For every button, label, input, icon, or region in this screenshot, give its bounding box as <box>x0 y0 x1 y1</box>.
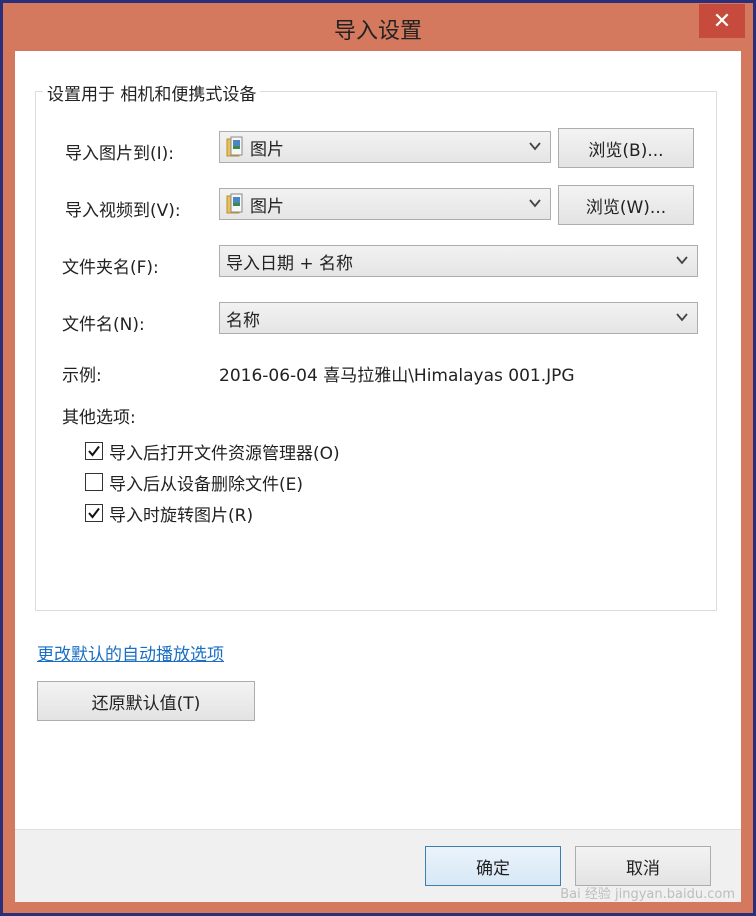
example-label: 示例: <box>62 366 102 386</box>
import-pictures-value: 图片 <box>250 139 284 160</box>
folder-name-select[interactable]: 导入日期 + 名称 <box>219 245 698 277</box>
chevron-down-icon <box>529 142 541 151</box>
other-options-label: 其他选项: <box>62 408 136 428</box>
open-explorer-label[interactable]: 导入后打开文件资源管理器(O) <box>109 439 340 464</box>
import-videos-label: 导入视频到(V): <box>65 201 181 221</box>
watermark: Bai 经验 jingyan.baidu.com <box>560 887 735 902</box>
cancel-button[interactable]: 取消 <box>575 846 711 886</box>
file-name-label: 文件名(N): <box>62 315 145 335</box>
import-videos-select[interactable]: 图片 <box>219 188 551 220</box>
rotate-pictures-checkbox[interactable] <box>85 504 103 522</box>
delete-after-import-checkbox[interactable] <box>85 473 103 491</box>
browse-pictures-button[interactable]: 浏览(B)... <box>558 128 694 168</box>
open-explorer-checkbox[interactable] <box>85 442 103 460</box>
autoplay-defaults-link[interactable]: 更改默认的自动播放选项 <box>37 640 224 665</box>
restore-defaults-button[interactable]: 还原默认值(T) <box>37 681 255 721</box>
chevron-down-icon <box>529 199 541 208</box>
folder-name-label: 文件夹名(F): <box>62 258 159 278</box>
check-icon <box>88 507 100 519</box>
folder-icon <box>226 136 244 158</box>
ok-button[interactable]: 确定 <box>425 846 561 886</box>
chevron-down-icon <box>676 313 688 322</box>
group-legend: 设置用于 相机和便携式设备 <box>43 80 261 105</box>
browse-videos-button[interactable]: 浏览(W)... <box>558 185 694 225</box>
import-pictures-label: 导入图片到(I): <box>65 144 175 164</box>
dialog-window: 导入设置 ✕ 设置用于 相机和便携式设备 导入图片到(I): 图片 浏览(B).… <box>3 3 753 913</box>
example-value: 2016-06-04 喜马拉雅山\Himalayas 001.JPG <box>219 366 575 386</box>
folder-name-value: 导入日期 + 名称 <box>226 253 354 274</box>
file-name-value: 名称 <box>226 310 260 331</box>
settings-group <box>35 91 717 611</box>
check-icon <box>88 445 100 457</box>
title-bar[interactable]: 导入设置 ✕ <box>3 3 753 51</box>
chevron-down-icon <box>676 256 688 265</box>
delete-after-import-label[interactable]: 导入后从设备删除文件(E) <box>109 470 303 495</box>
file-name-select[interactable]: 名称 <box>219 302 698 334</box>
import-pictures-select[interactable]: 图片 <box>219 131 551 163</box>
rotate-pictures-label[interactable]: 导入时旋转图片(R) <box>109 501 253 526</box>
folder-icon <box>226 193 244 215</box>
import-videos-value: 图片 <box>250 196 284 217</box>
dialog-footer: 确定 取消 Bai 经验 jingyan.baidu.com <box>15 829 741 902</box>
window-title: 导入设置 <box>333 19 422 44</box>
dialog-content: 设置用于 相机和便携式设备 导入图片到(I): 图片 浏览(B)... 导入视频… <box>15 51 741 902</box>
close-icon: ✕ <box>712 8 732 34</box>
close-button[interactable]: ✕ <box>699 4 745 38</box>
